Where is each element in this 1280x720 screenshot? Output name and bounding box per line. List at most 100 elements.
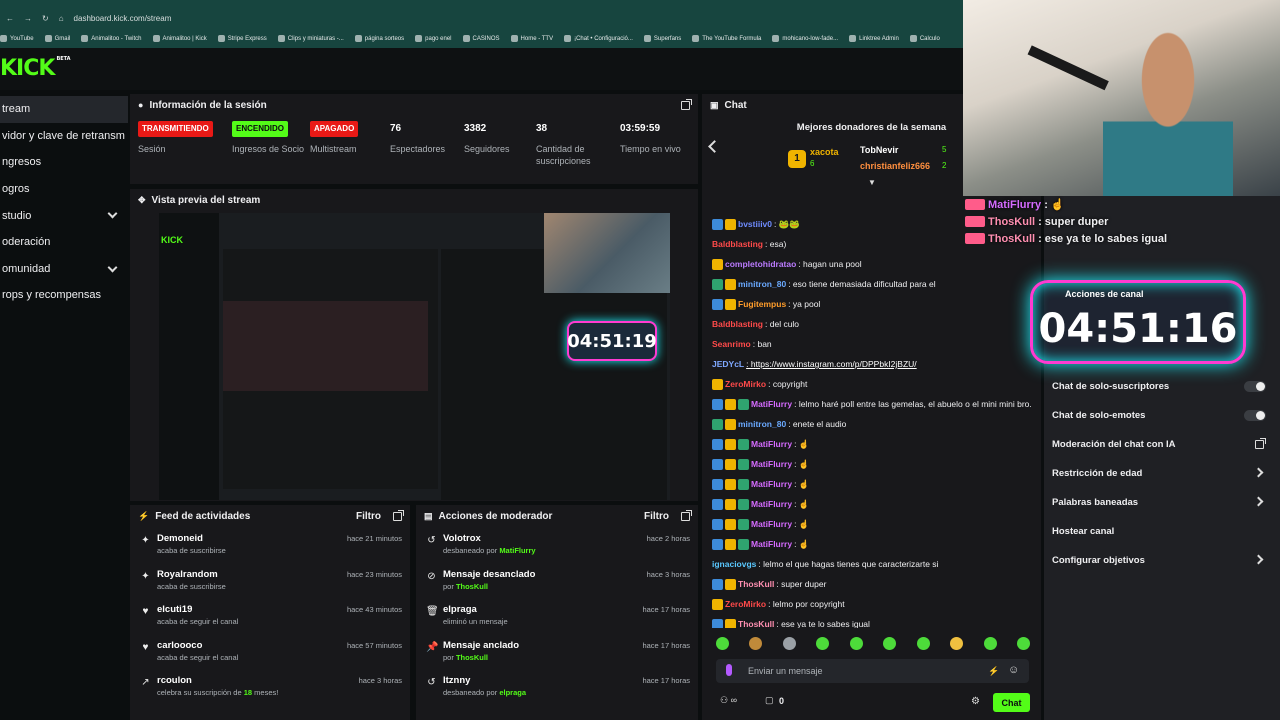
home-icon[interactable]: ⌂ [59,14,64,23]
reload-icon[interactable]: ↻ [42,14,49,23]
channel-option[interactable]: Palabras baneadas [1044,488,1280,517]
chat-username[interactable]: ThosKull [738,618,774,628]
popout-icon[interactable] [681,509,692,521]
chat-message[interactable]: MatiFlurry: ☝ [712,534,1032,554]
emote-icon[interactable] [983,637,997,650]
bookmark-item[interactable]: Linktree Admin [849,35,899,43]
mod-action-target[interactable]: Itznny [443,675,526,686]
shortcut-icon[interactable]: ⚡ [988,666,999,677]
activity-filter-button[interactable]: Filtro [356,511,381,522]
emote-icon[interactable] [749,637,763,650]
moderator-name[interactable]: ThosKull [456,582,488,591]
bookmark-item[interactable]: página sorteos [354,35,404,43]
bookmark-item[interactable]: The YouTube Formula [692,35,761,43]
chevron-right-icon[interactable] [1253,554,1264,565]
chat-message[interactable]: ZeroMirko: lelmo por copyright [712,594,1032,614]
sidebar-item[interactable]: studio [0,202,128,229]
gift-icon[interactable]: ▢ [765,695,774,706]
bookmark-item[interactable]: CASINOS [462,35,500,43]
mod-filter-button[interactable]: Filtro [644,511,669,522]
chat-message[interactable]: MatiFlurry: ☝ [712,494,1032,514]
moderator-name[interactable]: MatiFlurry [499,546,535,555]
chat-username[interactable]: MatiFlurry [751,458,792,470]
emote-icon[interactable] [849,637,863,650]
back-icon[interactable]: ← [6,14,14,23]
chat-username[interactable]: Seanrimo [712,338,751,350]
activity-row[interactable]: ✦ Royalrandom acaba de suscribirse hace 23 … [130,569,410,605]
chat-message[interactable]: minitron_80: eso tiene demasiada dificul… [712,274,1032,294]
chat-message[interactable]: completohidratao: hagan una pool [712,254,1032,274]
chat-username[interactable]: Baldblasting [712,238,763,250]
bookmark-item[interactable]: Animalitoo | Kick [152,35,207,43]
activity-user[interactable]: carloooco [157,640,238,651]
chat-username[interactable]: Fugitempus [738,298,786,310]
chat-message[interactable]: ZeroMirko: copyright [712,374,1032,394]
emote-icon[interactable] [716,637,729,650]
sidebar-item[interactable]: ogros [0,176,128,203]
chat-message[interactable]: MatiFlurry: ☝ [712,474,1032,494]
chat-username[interactable]: MatiFlurry [751,398,792,410]
sidebar-item[interactable]: rops y recompensas [0,282,128,309]
prev-arrow-icon[interactable] [708,140,721,153]
activity-user[interactable]: Royalrandom [157,569,226,580]
bookmark-item[interactable]: Stripe Express [217,35,267,43]
bookmark-item[interactable]: Calculo [909,35,940,43]
emote-icon[interactable] [1016,637,1030,650]
bookmark-item[interactable]: Gmail [44,35,70,43]
bookmark-item[interactable]: YouTube [0,35,34,43]
chat-username[interactable]: Baldblasting [712,318,763,330]
channel-option[interactable]: Hostear canal [1044,517,1280,546]
bookmark-item[interactable]: mohicano-low-fade... [772,35,838,43]
activity-row[interactable]: ♥ carloooco acaba de seguir el canal hace 5… [130,640,410,676]
chat-username[interactable]: MatiFlurry [751,478,792,490]
activity-row[interactable]: ✦ Demoneid acaba de suscribirse hace 21 min… [130,533,410,569]
send-chat-button[interactable]: Chat [993,693,1030,712]
chat-username[interactable]: ignaciovgs [712,558,756,570]
bookmark-item[interactable]: Clips y miniaturas -... [277,35,344,43]
chat-username[interactable]: MatiFlurry [751,498,792,510]
emote-icon[interactable] [816,637,830,650]
mod-action-target[interactable]: Mensaje anclado [443,640,519,651]
chat-message[interactable]: MatiFlurry: ☝ [712,454,1032,474]
channel-option[interactable]: Configurar objetivos [1044,546,1280,575]
mod-action-target[interactable]: Volotrox [443,533,536,544]
external-link-icon[interactable] [1255,438,1266,449]
chat-username[interactable]: minitron_80 [738,418,786,430]
emoji-icon[interactable]: ☺ [1008,664,1019,676]
chevron-right-icon[interactable] [1253,496,1264,507]
chat-message[interactable]: ignaciovgs: lelmo el que hagas tienes qu… [712,554,1032,574]
activity-user[interactable]: Demoneid [157,533,226,544]
chat-input[interactable]: Enviar un mensaje [716,659,1029,683]
bookmark-item[interactable]: Superfans [643,35,681,43]
moderator-name[interactable]: elpraga [499,688,526,697]
chat-message[interactable]: JEDYcL: https://www.instagram.com/p/DPPb… [712,354,1032,374]
channel-option[interactable]: Moderación del chat con IA [1044,430,1280,459]
donor-name[interactable]: christianfeliz666 [860,161,930,171]
chat-username[interactable]: ZeroMirko [725,378,766,390]
moderator-name[interactable]: ThosKull [456,653,488,662]
chat-message[interactable]: minitron_80: enete el audio [712,414,1032,434]
chat-username[interactable]: MatiFlurry [751,438,792,450]
toggle-switch[interactable] [1244,410,1266,421]
bookmark-item[interactable]: Home - TTV [510,35,553,43]
chat-message[interactable]: Seanrimo: ban [712,334,1032,354]
activity-user[interactable]: elcuti19 [157,604,238,615]
emote-icon[interactable] [916,637,930,650]
bookmark-item[interactable]: ¡Chat • Configuració... [564,35,633,43]
chat-message[interactable]: MatiFlurry: ☝ [712,514,1032,534]
mod-action-row[interactable]: ⊘ Mensaje desanclado por ThosKull hace 3 ho… [416,569,698,605]
bookmark-item[interactable]: Animalitoo - Twitch [81,35,142,43]
sidebar-item[interactable]: vidor y clave de retransm [0,123,128,150]
forward-icon[interactable]: → [24,14,32,23]
emote-icon[interactable] [883,637,897,650]
activity-row[interactable]: ↗ rcoulon celebra su suscripción de 18 mes… [130,675,410,711]
donor-name[interactable]: xacota [810,147,839,157]
chevron-down-icon[interactable] [107,262,118,273]
chat-message[interactable]: ThosKull: ese ya te lo sabes igual [712,614,1032,628]
chat-text[interactable]: : https://www.instagram.com/p/DPPbkI2jBZ… [746,358,917,370]
activity-user[interactable]: rcoulon [157,675,278,686]
activity-row[interactable]: ♥ elcuti19 acaba de seguir el canal hace 43… [130,604,410,640]
chat-username[interactable]: completohidratao [725,258,796,270]
donor-name[interactable]: TobNevir [860,145,898,155]
chevron-down-icon[interactable]: ▼ [868,178,876,187]
